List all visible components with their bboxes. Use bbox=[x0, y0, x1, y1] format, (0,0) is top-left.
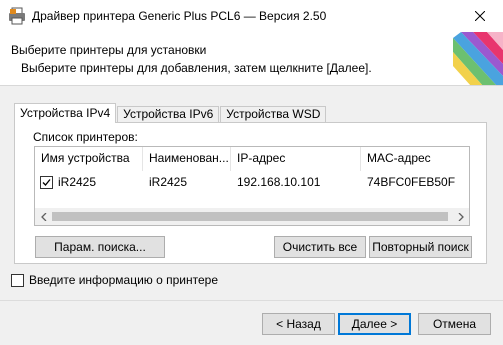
installer-window: Драйвер принтера Generic Plus PCL6 — Вер… bbox=[0, 0, 503, 345]
mac-address-cell: 74BFC0FEB50F bbox=[367, 175, 456, 189]
horizontal-scrollbar[interactable] bbox=[35, 208, 469, 225]
tab-ipv6[interactable]: Устройства IPv6 bbox=[117, 106, 220, 123]
arrow-left-icon bbox=[40, 212, 46, 221]
clear-all-button[interactable]: Очистить все bbox=[274, 236, 366, 258]
listview-header: Имя устройства Наименован... IP-адрес MA… bbox=[35, 147, 469, 171]
tab-ipv4[interactable]: Устройства IPv4 bbox=[14, 103, 117, 123]
printer-list-label: Список принтеров: bbox=[33, 130, 138, 144]
header-graphic bbox=[453, 32, 503, 85]
close-button[interactable] bbox=[457, 0, 503, 32]
product-name-cell: iR2425 bbox=[149, 175, 188, 189]
window-title: Драйвер принтера Generic Plus PCL6 — Вер… bbox=[32, 9, 327, 23]
close-icon bbox=[475, 11, 485, 21]
column-header-device-name[interactable]: Имя устройства bbox=[35, 147, 143, 171]
printer-select-checkbox[interactable] bbox=[40, 175, 53, 189]
back-button[interactable]: < Назад bbox=[262, 313, 335, 335]
column-header-mac[interactable]: MAC-адрес bbox=[361, 147, 469, 171]
header-subtitle: Выберите принтеры для добавления, затем … bbox=[21, 61, 372, 75]
enter-info-option[interactable]: Введите информацию о принтере bbox=[11, 273, 218, 287]
device-name-value: iR2425 bbox=[58, 175, 97, 189]
footer-divider bbox=[0, 300, 503, 301]
header-title: Выберите принтеры для установки bbox=[11, 43, 207, 57]
cancel-button[interactable]: Отмена bbox=[418, 313, 491, 335]
scroll-right-button[interactable] bbox=[452, 208, 469, 225]
tab-wsd[interactable]: Устройства WSD bbox=[220, 106, 327, 123]
table-row[interactable]: iR2425 iR2425 192.168.10.101 74BFC0FEB50… bbox=[35, 171, 469, 193]
device-name-cell: iR2425 bbox=[35, 171, 143, 193]
enter-info-label: Введите информацию о принтере bbox=[29, 273, 219, 287]
tab-strip: Устройства IPv4 Устройства IPv6 Устройст… bbox=[14, 103, 327, 123]
next-button[interactable]: Далее > bbox=[338, 313, 411, 335]
enter-info-checkbox[interactable] bbox=[11, 273, 24, 287]
arrow-right-icon bbox=[458, 212, 464, 221]
search-params-button[interactable]: Парам. поиска... bbox=[35, 236, 165, 258]
scroll-left-button[interactable] bbox=[35, 208, 52, 225]
search-again-button[interactable]: Повторный поиск bbox=[369, 236, 472, 258]
title-bar: Драйвер принтера Generic Plus PCL6 — Вер… bbox=[0, 0, 503, 32]
ip-address-cell: 192.168.10.101 bbox=[237, 175, 321, 189]
printer-listview[interactable]: Имя устройства Наименован... IP-адрес MA… bbox=[34, 146, 470, 226]
column-header-product-name[interactable]: Наименован... bbox=[143, 147, 231, 171]
column-header-ip[interactable]: IP-адрес bbox=[231, 147, 361, 171]
scroll-thumb[interactable] bbox=[52, 212, 448, 221]
checkmark-icon bbox=[42, 178, 51, 186]
wizard-header: Выберите принтеры для установки Выберите… bbox=[0, 32, 503, 86]
printer-app-icon bbox=[9, 7, 25, 25]
tab-panel-ipv4: Список принтеров: Имя устройства Наимено… bbox=[14, 122, 487, 264]
